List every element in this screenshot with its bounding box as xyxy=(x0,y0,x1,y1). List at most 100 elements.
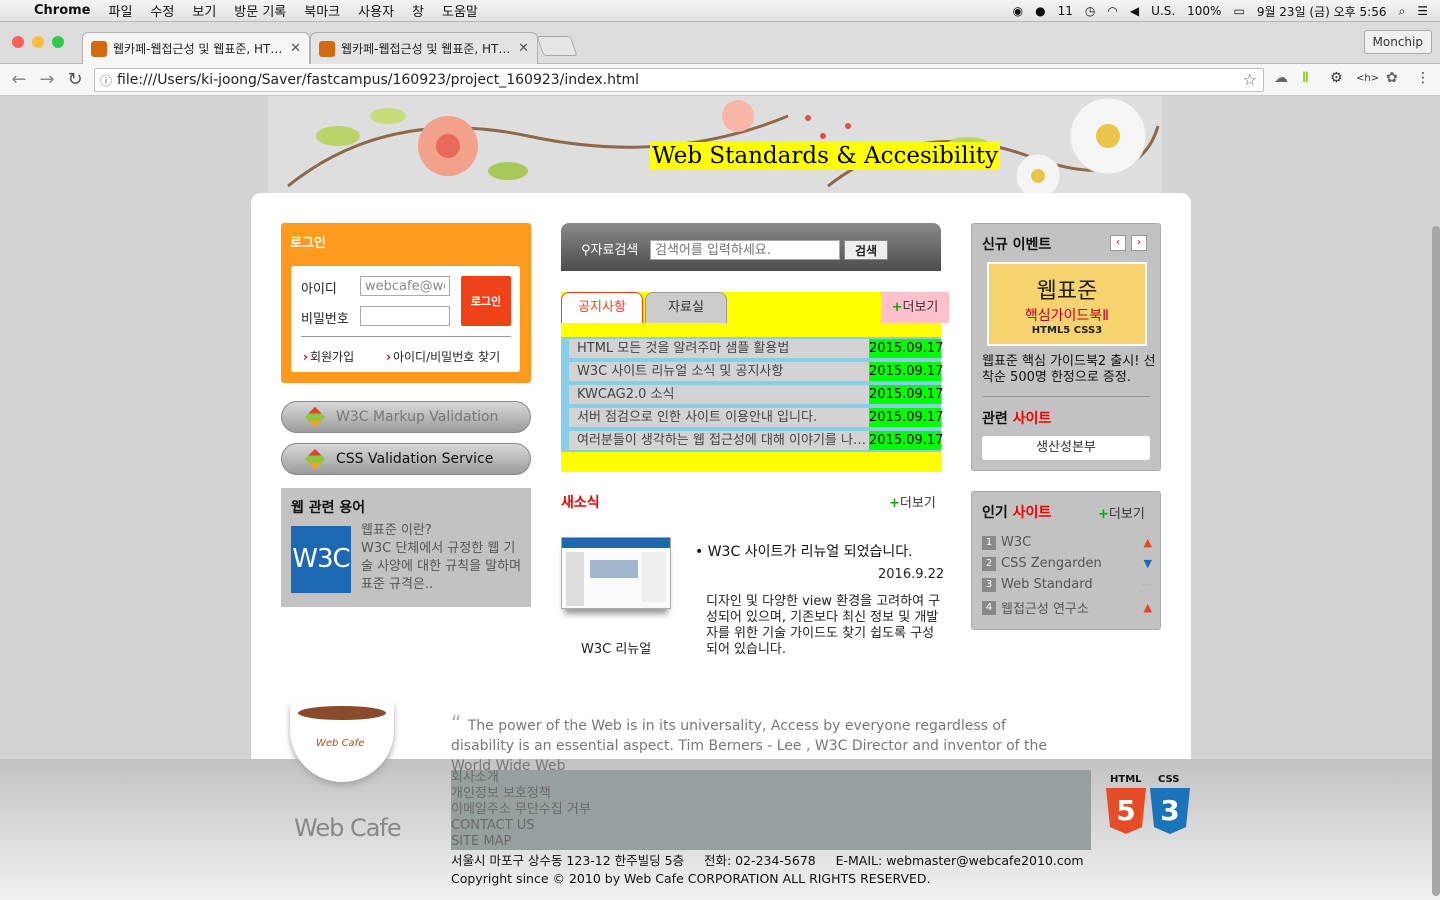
menu-history[interactable]: 방문 기록 xyxy=(234,1,286,20)
list-item[interactable]: 1 W3C ▲ xyxy=(982,535,1152,550)
search-button[interactable]: 검색 xyxy=(844,240,888,260)
related-suffix: 사이트 xyxy=(1012,411,1052,427)
notice-title[interactable]: 서버 점검으로 인한 사이트 이용안내 입니다. xyxy=(569,408,869,427)
list-item[interactable]: 4 웹접근성 연구소 ▲ xyxy=(982,598,1152,617)
signup-link[interactable]: › 회원가입 xyxy=(303,348,354,365)
menu-file[interactable]: 파일 xyxy=(109,1,133,20)
forward-icon[interactable]: → xyxy=(36,69,58,90)
reload-icon[interactable]: ↻ xyxy=(64,69,86,90)
notice-title[interactable]: 여러분들이 생각하는 웹 접근성에 대해 이야기를 나눠봅시다 xyxy=(569,431,869,450)
puzzle-extension-icon[interactable]: ✿ xyxy=(1386,70,1398,86)
close-tab-icon[interactable]: ✕ xyxy=(290,41,301,56)
menu-help[interactable]: 도움말 xyxy=(442,1,478,20)
next-arrow-icon[interactable]: › xyxy=(1131,235,1147,251)
popular-prefix: 인기 xyxy=(982,505,1013,521)
close-tab-icon[interactable]: ✕ xyxy=(518,41,529,56)
notice-title[interactable]: KWCAG2.0 소식 xyxy=(569,385,869,404)
list-item[interactable]: 여러분들이 생각하는 웹 접근성에 대해 이야기를 나눠봅시다 2015.09.1… xyxy=(561,429,943,452)
css-validation-button[interactable]: CSS Validation Service xyxy=(281,443,531,475)
html-extension-icon[interactable]: <h> xyxy=(1356,73,1379,84)
browser-tab-2[interactable]: 웹카페-웹접근성 및 웹표준, HTML5 ✕ xyxy=(310,32,538,64)
tab-title: 웹카페-웹접근성 및 웹표준, HTML5 xyxy=(341,42,513,56)
popular-more-text: 더보기 xyxy=(1108,507,1145,522)
list-item[interactable]: 서버 점검으로 인한 사이트 이용안내 입니다. 2015.09.17 xyxy=(561,406,943,429)
address-bar[interactable]: ⓘ file:///Users/ki-joong/Saver/fastcampu… xyxy=(94,68,1264,92)
list-item[interactable]: 3 Web Standard — xyxy=(982,577,1152,592)
rank-badge: 4 xyxy=(982,600,996,615)
spotlight-icon[interactable]: ⌕ xyxy=(1399,4,1406,19)
tab-notice[interactable]: 공지사항 xyxy=(561,292,643,323)
prev-arrow-icon[interactable]: ‹ xyxy=(1110,235,1126,251)
footer-link-contact[interactable]: CONTACT US xyxy=(451,818,1091,834)
board-more-link[interactable]: +더보기 xyxy=(881,292,949,323)
menu-app-name[interactable]: Chrome xyxy=(34,3,91,18)
menu-people[interactable]: 사용자 xyxy=(358,1,394,20)
profile-button[interactable]: Monchip xyxy=(1363,30,1432,54)
clock-icon[interactable]: ◷ xyxy=(1085,4,1095,18)
news-thumbnail[interactable] xyxy=(561,537,671,609)
status-count[interactable]: 11 xyxy=(1058,4,1073,18)
id-input[interactable] xyxy=(360,276,450,296)
tab-resources[interactable]: 자료실 xyxy=(645,292,727,323)
chat-icon[interactable]: ● xyxy=(1035,4,1045,18)
plus-icon: + xyxy=(889,496,900,511)
footer-link-email-policy[interactable]: 이메일주소 무단수집 거부 xyxy=(451,802,1091,818)
find-account-link[interactable]: › 아이디/비밀번호 찾기 xyxy=(386,348,500,365)
page-scrollbar[interactable] xyxy=(1432,226,1440,896)
close-window-icon[interactable] xyxy=(12,36,24,48)
back-icon[interactable]: ← xyxy=(8,69,30,90)
settings-extension-icon[interactable]: ⚙ xyxy=(1330,70,1343,86)
battery-percent[interactable]: 100% xyxy=(1187,4,1221,18)
zoom-window-icon[interactable] xyxy=(52,36,64,48)
list-item[interactable]: W3C 사이트 리뉴얼 소식 및 공지사항 2015.09.17 xyxy=(561,360,944,383)
footer-link-sitemap[interactable]: SITE MAP xyxy=(451,834,1091,850)
terms-text[interactable]: 웹표준 이란? W3C 단체에서 규정한 웹 기술 사양에 대한 규칙을 말하며… xyxy=(361,522,526,594)
popular-site-name[interactable]: Web Standard xyxy=(1001,577,1093,592)
popular-more-link[interactable]: +더보기 xyxy=(1098,503,1145,522)
news-more-link[interactable]: +더보기 xyxy=(889,492,936,511)
list-item[interactable]: HTML 모든 것을 알려주마 샘플 활용법 2015.09.17 xyxy=(561,337,943,360)
footer-link-privacy[interactable]: 개인정보 보호정책 xyxy=(451,786,1091,802)
popular-site-name[interactable]: 웹접근성 연구소 xyxy=(1001,598,1089,617)
notification-center-icon[interactable]: ☰ xyxy=(1417,4,1428,18)
popular-site-name[interactable]: W3C xyxy=(1001,535,1031,550)
board-more-text: 더보기 xyxy=(902,300,939,315)
browser-tab-1[interactable]: 웹카페-웹접근성 및 웹표준, HTML5 ✕ xyxy=(82,32,310,64)
footer-link-about[interactable]: 회사소개 xyxy=(451,770,1091,786)
footer-copyright: Copyright since © 2010 by Web Cafe CORPO… xyxy=(451,871,931,886)
markup-validation-button[interactable]: W3C Markup Validation xyxy=(281,401,531,433)
event-book-image[interactable]: 웹표준 핵심가이드북Ⅱ HTML5 CSS3 xyxy=(987,262,1147,346)
list-item[interactable]: 2 CSS Zengarden ▼ xyxy=(982,556,1152,571)
battery-icon[interactable]: ▭ xyxy=(1233,4,1244,18)
wifi-icon[interactable]: ◠ xyxy=(1107,4,1117,18)
list-item[interactable]: KWCAG2.0 소식 2015.09.17 xyxy=(561,383,943,406)
chrome-menu-icon[interactable]: ⋮ xyxy=(1416,70,1430,86)
menu-view[interactable]: 보기 xyxy=(192,1,216,20)
cloud-extension-icon[interactable]: ☁ xyxy=(1274,70,1288,86)
input-source[interactable]: U.S. xyxy=(1151,4,1175,18)
url-text[interactable]: file:///Users/ki-joong/Saver/fastcampus/… xyxy=(117,72,639,88)
login-button[interactable]: 로그인 xyxy=(461,276,511,326)
news-caption: W3C 리뉴얼 xyxy=(581,642,652,657)
search-input[interactable] xyxy=(650,240,840,260)
menu-edit[interactable]: 수정 xyxy=(150,1,174,20)
news-headline[interactable]: • W3C 사이트가 리뉴얼 되었습니다. xyxy=(695,541,913,561)
new-tab-button[interactable] xyxy=(536,36,578,56)
volume-icon[interactable]: ◀ xyxy=(1130,4,1139,18)
menubar-clock[interactable]: 9월 23일 (금) 오후 5:56 xyxy=(1257,3,1387,20)
bookmark-star-icon[interactable]: ☆ xyxy=(1243,70,1257,89)
ladder-extension-icon[interactable]: Ⅱ xyxy=(1302,70,1309,86)
trend-up-icon: ▲ xyxy=(1143,536,1152,549)
minimize-window-icon[interactable] xyxy=(32,36,44,48)
related-site-select[interactable]: 생산성본부 xyxy=(982,436,1150,460)
password-input[interactable] xyxy=(360,306,450,326)
notice-title[interactable]: HTML 모든 것을 알려주마 샘플 활용법 xyxy=(569,339,869,358)
login-form: 아이디 비밀번호 로그인 ›회원가입 ›아이디/비밀번호 찾기 xyxy=(291,266,520,372)
notice-title[interactable]: W3C 사이트 리뉴얼 소식 및 공지사항 xyxy=(569,362,869,381)
info-icon[interactable]: ⓘ xyxy=(95,72,117,89)
menu-window[interactable]: 창 xyxy=(412,1,424,20)
popular-site-name[interactable]: CSS Zengarden xyxy=(1001,556,1102,571)
notice-date: 2015.09.17 xyxy=(869,362,944,381)
camera-icon[interactable]: ◉ xyxy=(1013,4,1023,18)
menu-bookmarks[interactable]: 북마크 xyxy=(304,1,340,20)
